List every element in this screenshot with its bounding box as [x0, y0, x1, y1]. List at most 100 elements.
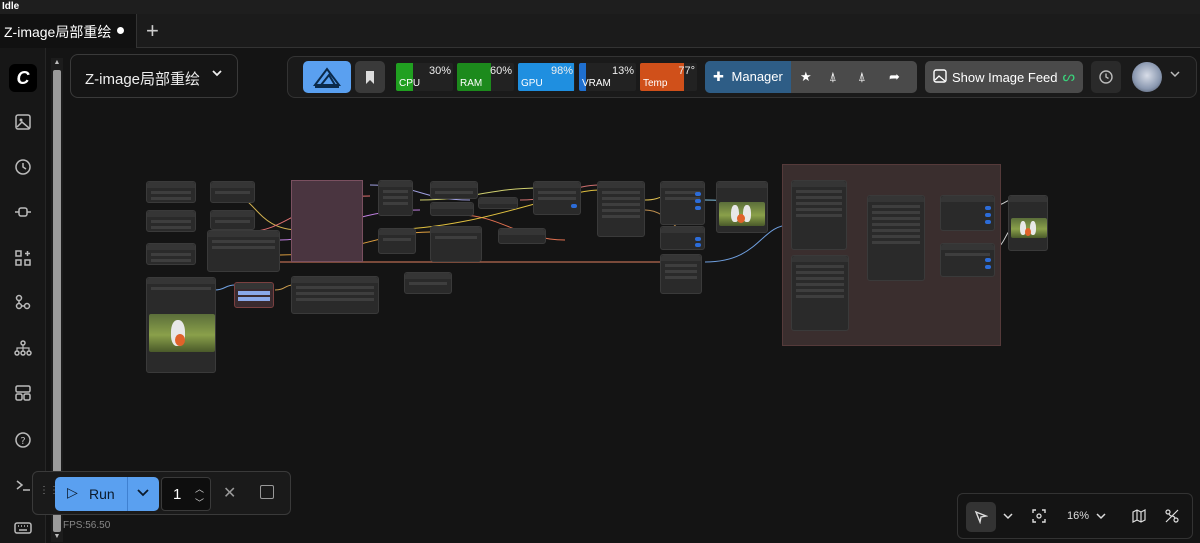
chevron-down-icon[interactable]	[136, 485, 150, 502]
graph-node[interactable]	[207, 230, 280, 272]
gpu-label: GPU	[521, 78, 543, 89]
close-icon[interactable]: ✕	[223, 483, 236, 503]
show-image-feed-label: Show Image Feed	[952, 70, 1058, 85]
image-preview	[1011, 218, 1047, 238]
graph-node[interactable]	[430, 202, 474, 216]
connect-icon[interactable]	[13, 202, 33, 222]
logo-icon[interactable]: C	[9, 64, 37, 92]
avatar[interactable]	[1132, 62, 1162, 92]
vram-gauge: 13% VRAM	[579, 63, 636, 91]
manager-button[interactable]: ✚ Manager	[705, 61, 791, 93]
graph-node[interactable]	[291, 276, 379, 314]
graph-node[interactable]	[660, 226, 705, 250]
node-group[interactable]	[291, 180, 363, 262]
minimap-icon[interactable]	[1132, 509, 1146, 528]
select-mode-button[interactable]	[966, 502, 996, 532]
stop-icon[interactable]	[260, 485, 274, 499]
graph-node[interactable]	[660, 254, 702, 294]
vram-value: 13%	[611, 65, 634, 77]
crystools-logo-button[interactable]	[303, 61, 351, 93]
canvas-scrollbar[interactable]: ▲ ▼	[51, 58, 63, 542]
keyboard-icon[interactable]	[13, 518, 33, 538]
graph-node[interactable]	[210, 210, 255, 230]
graph-node[interactable]	[940, 195, 995, 231]
gpu-gauge: 98% GPU	[518, 63, 575, 91]
history-icon	[1099, 70, 1113, 84]
model-download-icon[interactable]: ⍋	[829, 69, 837, 85]
share-icon[interactable]: ➦	[889, 69, 900, 85]
templates-icon[interactable]	[13, 383, 33, 403]
workflow-icon[interactable]	[13, 338, 33, 358]
graph-node[interactable]	[378, 180, 413, 216]
workflow-select-value: Z-image局部重绘	[85, 71, 201, 88]
batch-count-value: 1	[173, 486, 182, 503]
top-action-bar: 30% CPU 60% RAM 98% GPU 13% VRAM 77° Tem…	[287, 56, 1197, 98]
ram-gauge: 60% RAM	[457, 63, 514, 91]
graph-node[interactable]	[146, 210, 196, 232]
graph-node[interactable]	[430, 181, 478, 199]
graph-node[interactable]	[234, 282, 274, 308]
graph-node[interactable]	[533, 181, 581, 215]
image-preview	[719, 202, 765, 226]
graph-node[interactable]	[378, 228, 416, 254]
run-toolbar: ⋮⋮ ▷ Run 1 ︿ ﹀ ✕	[32, 471, 291, 515]
graph-node[interactable]	[210, 181, 255, 203]
show-image-feed-button[interactable]: Show Image Feed ᔕ	[925, 61, 1083, 93]
batch-count-input[interactable]: 1 ︿ ﹀	[161, 477, 211, 511]
ram-value: 60%	[489, 65, 512, 77]
scroll-thumb[interactable]	[53, 70, 61, 532]
chevron-down-icon	[211, 67, 223, 82]
play-icon: ▷	[67, 484, 78, 500]
sidebar: C ?	[0, 48, 46, 543]
graph-node[interactable]	[660, 181, 705, 225]
graph-node[interactable]	[404, 272, 452, 294]
temp-gauge: 77° Temp	[640, 63, 697, 91]
workflow-select[interactable]: Z-image局部重绘	[70, 54, 238, 98]
scroll-up-icon[interactable]: ▲	[51, 58, 63, 68]
svg-text:?: ?	[20, 436, 25, 447]
manager-group: ✚ Manager ★ ⍋ ⍋ ➦	[705, 61, 917, 93]
help-icon[interactable]: ?	[13, 430, 33, 450]
chevron-up-icon[interactable]: ︿	[195, 482, 204, 495]
run-button[interactable]: ▷ Run	[55, 477, 159, 511]
cpu-label: CPU	[399, 78, 421, 89]
model-icon[interactable]	[13, 292, 33, 312]
star-icon[interactable]: ★	[800, 69, 812, 85]
mountain-logo-icon	[313, 67, 341, 88]
scroll-down-icon[interactable]: ▼	[51, 532, 63, 542]
fit-view-icon[interactable]	[1032, 509, 1046, 528]
cpu-gauge: 30% CPU	[396, 63, 453, 91]
terminal-icon[interactable]	[13, 475, 33, 495]
graph-node[interactable]	[940, 243, 995, 277]
graph-node[interactable]	[478, 197, 518, 209]
chevron-down-icon[interactable]: ﹀	[195, 496, 204, 509]
history-icon[interactable]	[13, 157, 33, 177]
graph-node[interactable]	[498, 228, 546, 244]
ksampler-node[interactable]	[597, 181, 645, 237]
model-manager-icon[interactable]: ⍋	[858, 69, 866, 85]
bookmark-icon	[366, 71, 374, 84]
graph-node[interactable]	[791, 255, 849, 331]
link-visibility-icon[interactable]	[1165, 509, 1179, 528]
nodes-icon[interactable]	[13, 248, 33, 268]
temp-value: 77°	[678, 65, 695, 77]
queue-history-button[interactable]	[1091, 61, 1121, 93]
graph-node[interactable]	[430, 226, 482, 262]
image-icon	[933, 69, 947, 86]
image-preview	[149, 314, 215, 352]
chevron-down-icon[interactable]	[1002, 509, 1014, 527]
zoom-level[interactable]: 16%	[1067, 510, 1089, 522]
bookmark-button[interactable]	[355, 61, 385, 93]
chevron-down-icon[interactable]	[1170, 69, 1180, 82]
graph-node[interactable]	[867, 195, 925, 281]
save-image-node[interactable]	[1008, 195, 1048, 251]
graph-node[interactable]	[791, 180, 847, 250]
temp-label: Temp	[643, 78, 668, 89]
load-image-node[interactable]	[146, 277, 216, 373]
cpu-value: 30%	[428, 65, 451, 77]
graph-node[interactable]	[146, 243, 196, 265]
chevron-down-icon[interactable]	[1095, 509, 1107, 527]
preview-image-node[interactable]	[716, 181, 768, 233]
graph-node[interactable]	[146, 181, 196, 203]
images-icon[interactable]	[13, 112, 33, 132]
